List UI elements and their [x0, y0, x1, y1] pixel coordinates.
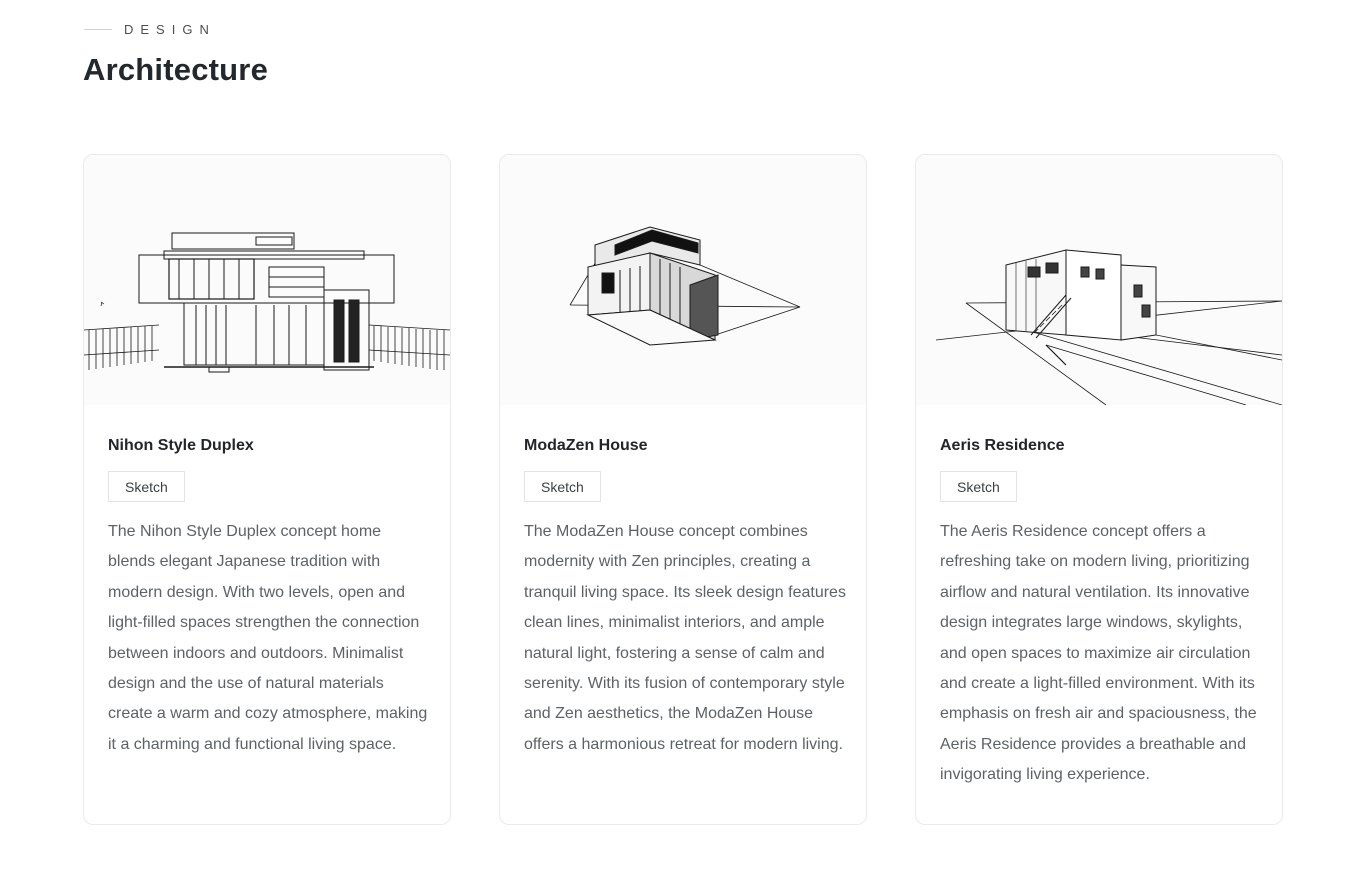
eyebrow-label: DESIGN [124, 21, 216, 37]
card-title[interactable]: ModaZen House [524, 437, 648, 455]
house-sketch-image[interactable] [500, 155, 866, 405]
category-tag[interactable]: Sketch [108, 471, 185, 502]
category-tag[interactable]: Sketch [524, 471, 601, 502]
card-description: The Aeris Residence concept offers a ref… [940, 523, 1257, 784]
house-sketch-image[interactable] [84, 155, 450, 405]
category-tag[interactable]: Sketch [940, 471, 1017, 502]
page-title: Architecture [83, 52, 269, 87]
section-eyebrow: DESIGN [84, 21, 216, 37]
project-card-aeris-residence[interactable]: Aeris Residence Sketch The Aeris Residen… [915, 154, 1283, 825]
project-card-nihon-style-duplex[interactable]: Nihon Style Duplex Sketch The Nihon Styl… [83, 154, 451, 825]
card-description: The Nihon Style Duplex concept home blen… [108, 523, 428, 753]
house-sketch-image[interactable] [916, 155, 1282, 405]
eyebrow-divider [84, 28, 112, 30]
card-title[interactable]: Nihon Style Duplex [108, 437, 254, 455]
project-card-modazen-house[interactable]: ModaZen House Sketch The ModaZen House c… [499, 154, 867, 825]
card-title[interactable]: Aeris Residence [940, 437, 1065, 455]
card-description: The ModaZen House concept combines moder… [524, 523, 846, 753]
